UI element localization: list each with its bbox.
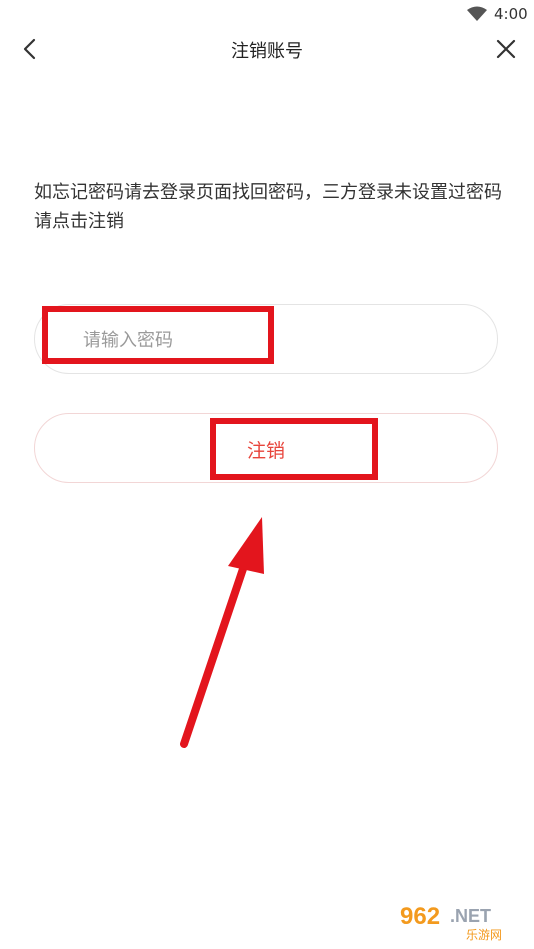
page-title: 注销账号 xyxy=(231,41,303,62)
status-time: 4:00 xyxy=(494,5,528,23)
nav-bar: 注销账号 xyxy=(0,28,534,72)
password-field[interactable] xyxy=(34,304,498,374)
watermark-logo: 962 .NET 乐游网 xyxy=(394,898,528,942)
svg-text:乐游网: 乐游网 xyxy=(466,928,502,942)
password-input[interactable] xyxy=(81,323,465,357)
deregister-button-label: 注销 xyxy=(246,440,285,462)
status-bar: 4:00 xyxy=(0,0,534,28)
instruction-text: 如忘记密码请去登录页面找回密码，三方登录未设置过密码请点击注销 xyxy=(34,182,502,232)
svg-text:962: 962 xyxy=(400,903,440,930)
close-icon[interactable] xyxy=(495,38,517,60)
wifi-icon xyxy=(467,6,487,21)
svg-text:.NET: .NET xyxy=(450,906,491,926)
deregister-button[interactable]: 注销 xyxy=(34,413,498,483)
